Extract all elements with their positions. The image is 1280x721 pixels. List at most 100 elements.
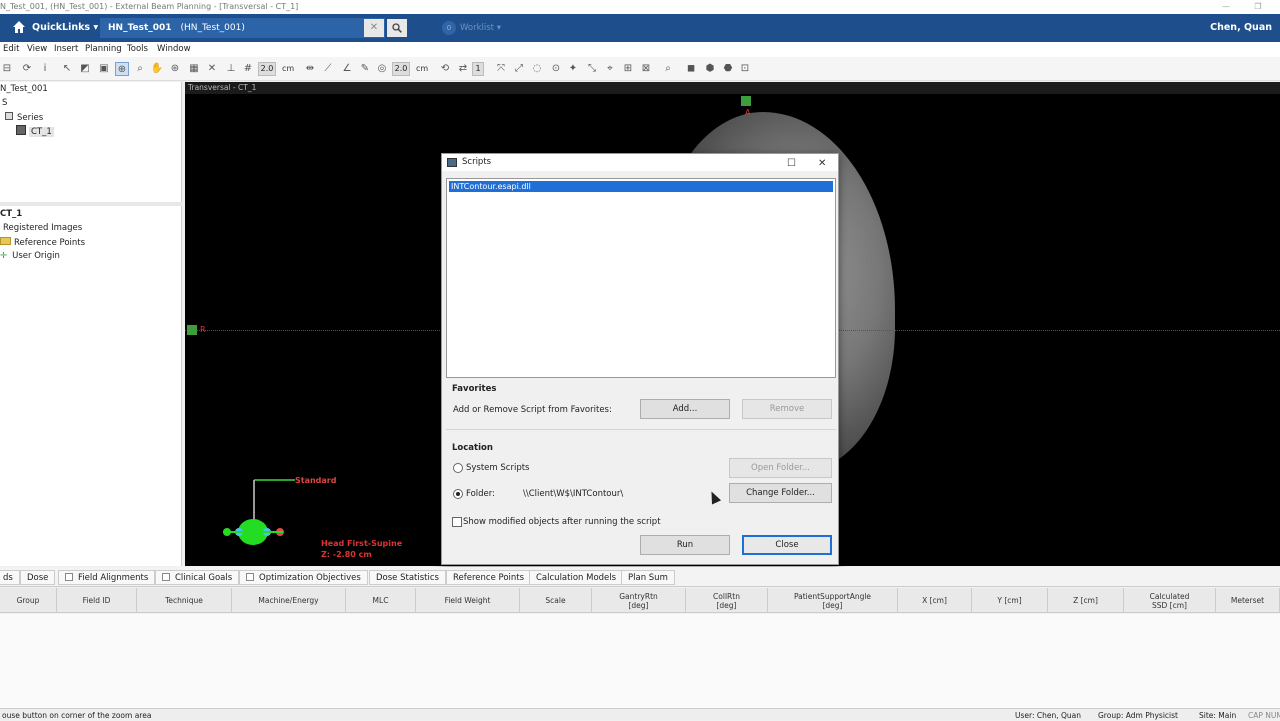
structure-icon-3[interactable]: ⬣ [721, 62, 735, 76]
col-patient-support-angle[interactable]: PatientSupportAngle [deg] [768, 588, 898, 613]
scripts-list[interactable]: INTContour.esapi.dll [446, 178, 836, 378]
contour-icon-5[interactable]: ✦ [566, 62, 580, 76]
col-machine-energy[interactable]: Machine/Energy [232, 588, 346, 613]
tree-series[interactable]: Series [5, 112, 43, 123]
col-gantry-rtn[interactable]: GantryRtn [deg] [592, 588, 686, 613]
fields-grid-body[interactable] [0, 614, 1280, 708]
tab-dose-statistics[interactable]: Dose Statistics [369, 570, 446, 585]
open-folder-button[interactable]: Open Folder... [729, 458, 832, 478]
col-y[interactable]: Y [cm] [972, 588, 1048, 613]
col-mlc[interactable]: MLC [346, 588, 416, 613]
info-icon[interactable]: i [38, 62, 52, 76]
home-icon[interactable] [12, 20, 26, 34]
menu-view[interactable]: View [27, 44, 47, 54]
contour-icon-4[interactable]: ⊙ [549, 62, 563, 76]
col-x[interactable]: X [cm] [898, 588, 972, 613]
zoom-area-icon[interactable]: ⊕ [115, 62, 129, 76]
zoom-size-field[interactable]: 2.0 [258, 62, 276, 76]
tree-ct1[interactable]: CT_1 [16, 125, 54, 137]
tree-ct1-root[interactable]: CT_1 [0, 209, 22, 219]
window-level-icon[interactable]: ◩ [78, 62, 92, 76]
ruler-icon[interactable]: ⊥ [224, 62, 238, 76]
menu-window[interactable]: Window [157, 44, 191, 54]
circle-tool-icon[interactable]: ◎ [375, 62, 389, 76]
structure-icon-1[interactable]: ◼ [684, 62, 698, 76]
menu-insert[interactable]: Insert [54, 44, 78, 54]
brush-size-field[interactable]: 2.0 [392, 62, 410, 76]
tab-dose[interactable]: Dose [20, 570, 56, 585]
col-group[interactable]: Group [0, 588, 57, 613]
slice-step-field[interactable]: 1 [472, 62, 484, 76]
contour-icon-6[interactable]: ⤡ [585, 62, 599, 76]
tab-clinical-goals[interactable]: Clinical Goals [155, 570, 240, 585]
remove-button[interactable]: Remove [742, 399, 832, 419]
pan-icon[interactable]: ▣ [97, 62, 111, 76]
col-field-weight[interactable]: Field Weight [416, 588, 520, 613]
close-icon[interactable]: ✕ [818, 155, 826, 172]
angle-icon[interactable]: ∠ [340, 62, 354, 76]
draw-icon[interactable]: ✎ [358, 62, 372, 76]
menu-planning[interactable]: Planning [85, 44, 122, 54]
structure-icon-2[interactable]: ⬢ [703, 62, 717, 76]
add-button[interactable]: Add... [640, 399, 730, 419]
crosshair-icon[interactable]: ✕ [205, 62, 219, 76]
contour-icon-9[interactable]: ⊠ [639, 62, 653, 76]
hand-icon[interactable]: ✋ [150, 62, 164, 76]
tab-fields[interactable]: ds [0, 570, 20, 585]
minimize-button[interactable]: — [1210, 0, 1242, 13]
panel-divider[interactable] [0, 202, 182, 206]
restore-button[interactable]: ❐ [1242, 0, 1274, 13]
patient-tab[interactable]: HN_Test_001 (HN_Test_001) [100, 18, 385, 38]
menu-tools[interactable]: Tools [127, 44, 148, 54]
fit-icon[interactable]: ▦ [187, 62, 201, 76]
grid-icon[interactable]: # [241, 62, 255, 76]
col-z[interactable]: Z [cm] [1048, 588, 1124, 613]
pointer-icon[interactable]: ↖ [60, 62, 74, 76]
col-field-id[interactable]: Field ID [57, 588, 137, 613]
tool-icon-1[interactable]: ⊟ [0, 62, 14, 76]
sync-icon[interactable]: ⟲ [438, 62, 452, 76]
worklist-menu[interactable]: 0 Worklist ▾ [442, 21, 501, 35]
line-icon[interactable]: ⟋ [321, 62, 335, 76]
col-meterset[interactable]: Meterset [1216, 588, 1280, 613]
tab-calculation-models[interactable]: Calculation Models [529, 570, 624, 585]
system-scripts-radio[interactable] [453, 463, 463, 473]
rotate-icon[interactable]: ⊛ [168, 62, 182, 76]
structure-icon-4[interactable]: ⊡ [738, 62, 752, 76]
folder-radio[interactable] [453, 489, 463, 499]
maximize-icon[interactable]: ☐ [787, 155, 796, 172]
tab-optimization-objectives[interactable]: Optimization Objectives [239, 570, 368, 585]
col-coll-rtn[interactable]: CollRtn [deg] [686, 588, 768, 613]
user-name[interactable]: Chen, Quan [1210, 22, 1272, 33]
run-button[interactable]: Run [640, 535, 730, 555]
tree-s[interactable]: S [2, 98, 7, 108]
menu-edit[interactable]: Edit [3, 44, 19, 54]
close-button[interactable]: Close [742, 535, 832, 555]
contour-icon-3[interactable]: ◌ [530, 62, 544, 76]
zoom-icon[interactable]: ⌕ [133, 62, 147, 76]
tab-field-alignments[interactable]: Field Alignments [58, 570, 156, 585]
contour-icon-2[interactable]: ⤢ [512, 62, 526, 76]
tree-patient[interactable]: N_Test_001 [0, 84, 48, 94]
col-scale[interactable]: Scale [520, 588, 592, 613]
search-icon[interactable] [387, 19, 407, 37]
col-technique[interactable]: Technique [137, 588, 232, 613]
contour-icon-8[interactable]: ⊞ [621, 62, 635, 76]
link-icon[interactable]: ⇄ [456, 62, 470, 76]
script-list-item[interactable]: INTContour.esapi.dll [449, 181, 833, 192]
tab-plan-sum[interactable]: Plan Sum [621, 570, 675, 585]
measure-icon[interactable]: ⇹ [303, 62, 317, 76]
tab-reference-points[interactable]: Reference Points [446, 570, 532, 585]
contour-icon-7[interactable]: ⌖ [603, 62, 617, 76]
refresh-icon[interactable]: ⟳ [20, 62, 34, 76]
quicklinks-menu[interactable]: QuickLinks ▾ [32, 22, 98, 33]
col-calculated-ssd[interactable]: Calculated SSD [cm] [1124, 588, 1216, 613]
contour-icon-10[interactable]: ⌕ [661, 62, 675, 76]
change-folder-button[interactable]: Change Folder... [729, 483, 832, 503]
close-icon[interactable]: ✕ [364, 19, 384, 37]
tree-registered-images[interactable]: Registered Images [3, 223, 82, 233]
contour-icon-1[interactable]: ⤧ [494, 62, 508, 76]
show-modified-checkbox[interactable] [452, 517, 462, 527]
tree-user-origin[interactable]: ✛ User Origin [0, 251, 60, 261]
tree-reference-points[interactable]: Reference Points [0, 237, 85, 248]
